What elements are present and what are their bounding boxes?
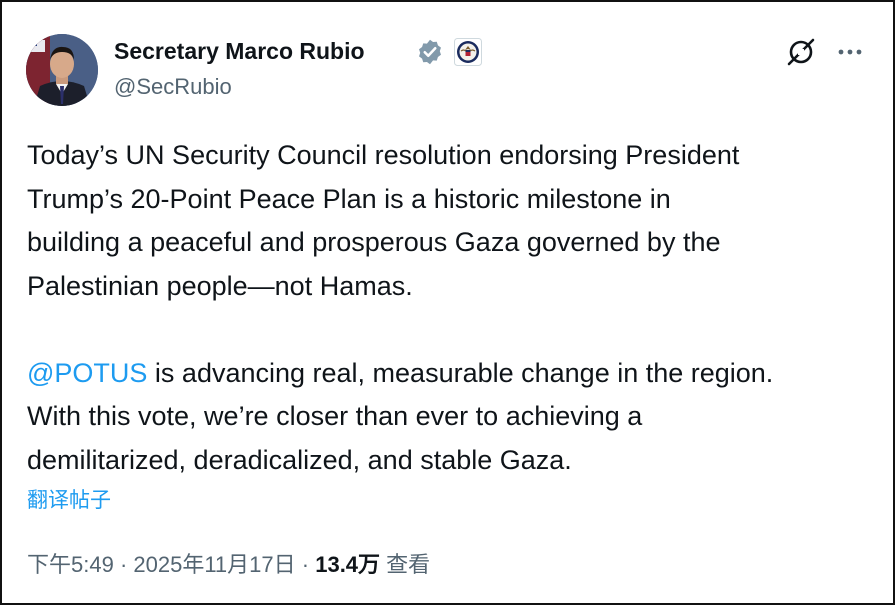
author-handle[interactable]: @SecRubio — [114, 73, 232, 101]
translate-post-link[interactable]: 翻译帖子 — [27, 486, 111, 516]
more-options-icon[interactable] — [834, 40, 866, 64]
avatar[interactable] — [26, 34, 98, 106]
post-line: demilitarized, deradicalized, and stable… — [27, 444, 572, 475]
post-time[interactable]: 下午5:49 — [27, 552, 114, 577]
state-department-seal-icon[interactable] — [454, 38, 482, 66]
avatar-photo-icon — [26, 34, 98, 106]
post-line: Trump’s 20-Point Peace Plan is a histori… — [27, 183, 671, 214]
post-line: With this vote, we’re closer than ever t… — [27, 401, 643, 431]
post-text: Today’s UN Security Council resolution e… — [27, 134, 877, 482]
views-count[interactable]: 13.4万 — [315, 552, 380, 577]
post-metadata: 下午5:49 · 2025年11月17日 · 13.4万 查看 — [27, 549, 430, 581]
grok-icon[interactable] — [784, 35, 818, 69]
mention-link[interactable]: @POTUS — [27, 358, 147, 388]
post-line: Palestinian people—not Hamas. — [27, 270, 413, 301]
post-line-text: is advancing real, measurable change in … — [147, 357, 774, 388]
post-paragraph: Today’s UN Security Council resolution e… — [27, 134, 877, 308]
post-line: building a peaceful and prosperous Gaza … — [27, 227, 721, 257]
post-card: Secretary Marco Rubio @SecRubio Today’s … — [0, 0, 895, 605]
author-display-name[interactable]: Secretary Marco Rubio — [114, 36, 365, 66]
views-label: 查看 — [380, 552, 431, 577]
post-paragraph: @POTUS is advancing real, measurable cha… — [27, 352, 877, 483]
post-line: Today’s UN Security Council resolution e… — [27, 140, 740, 170]
meta-separator: · — [295, 552, 316, 577]
meta-separator: · — [113, 552, 134, 577]
verified-badge-icon[interactable] — [416, 38, 444, 66]
post-date[interactable]: 2025年11月17日 — [133, 552, 295, 577]
post-line: @POTUS is advancing real, measurable cha… — [27, 352, 877, 396]
